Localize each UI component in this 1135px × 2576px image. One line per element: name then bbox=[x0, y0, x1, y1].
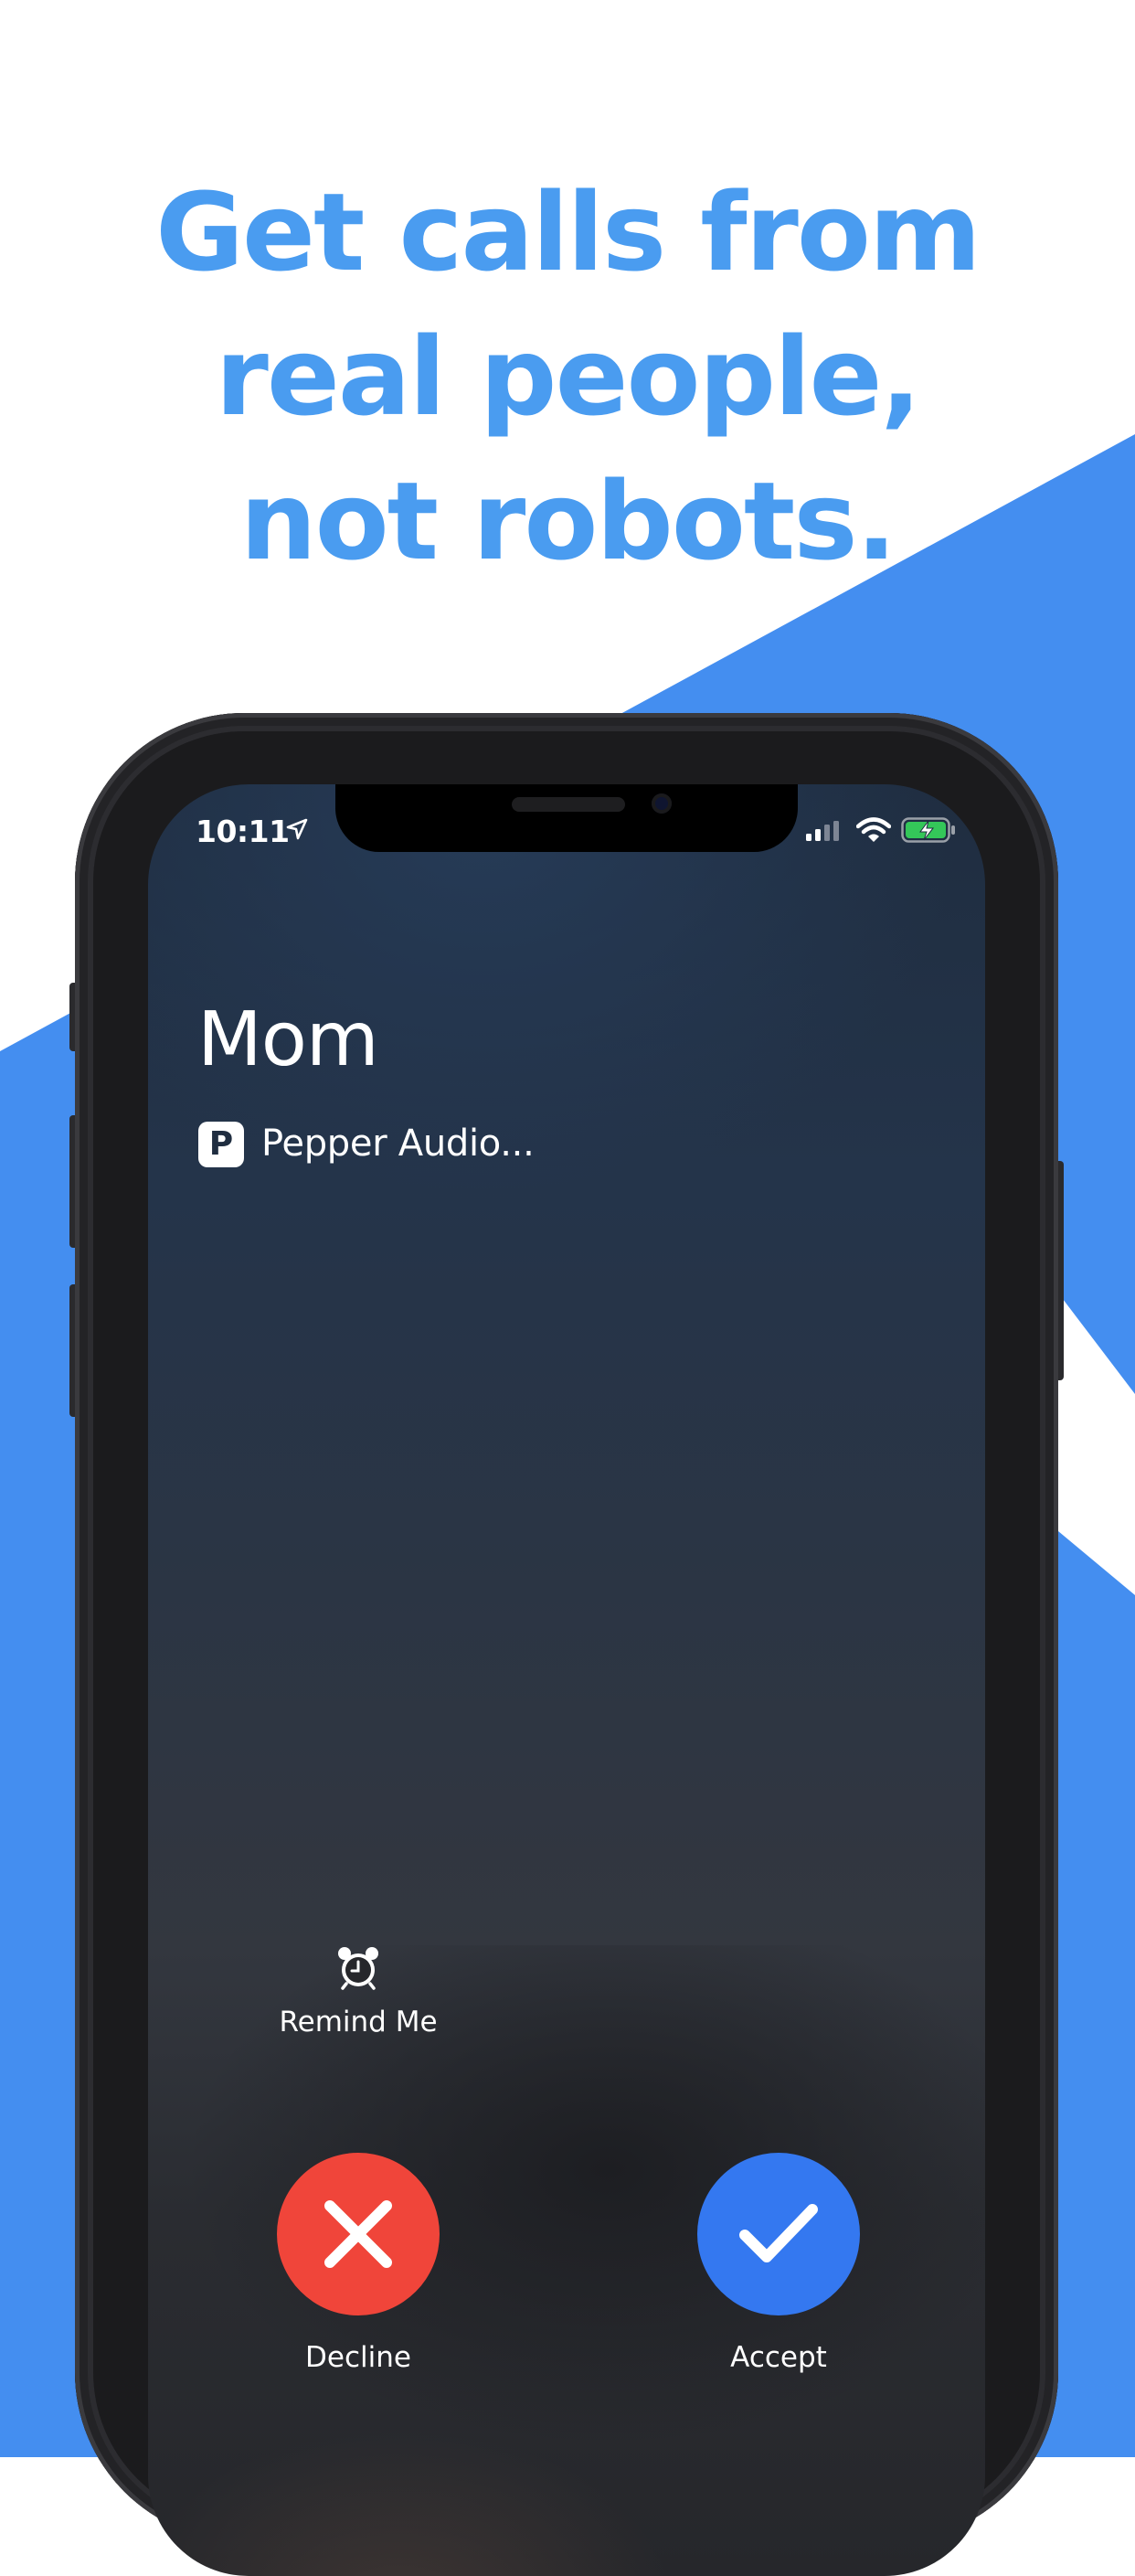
remind-me-button[interactable]: Remind Me bbox=[249, 1945, 468, 2055]
screen-glow bbox=[148, 2338, 985, 2576]
cellular-signal-icon bbox=[806, 821, 839, 841]
close-icon bbox=[324, 2200, 392, 2268]
checkmark-icon bbox=[739, 2204, 818, 2262]
app-label: Pepper Audio... bbox=[261, 1123, 535, 1165]
decline-button[interactable] bbox=[277, 2153, 440, 2315]
headline: Get calls from real people, not robots. bbox=[0, 160, 1135, 593]
phone-frame: 10:11 Mom P Pepper Audio... Remind Me De… bbox=[75, 713, 1058, 2576]
decline-label: Decline bbox=[305, 2341, 411, 2374]
alarm-clock-icon bbox=[338, 1947, 378, 1990]
headline-line-2: real people, bbox=[215, 314, 922, 440]
headline-line-1: Get calls from bbox=[155, 169, 981, 295]
notch bbox=[335, 784, 798, 852]
caller-name: Mom bbox=[197, 996, 379, 1083]
front-camera bbox=[652, 793, 672, 814]
accept-label: Accept bbox=[730, 2341, 827, 2374]
wifi-icon bbox=[856, 817, 891, 842]
earpiece-speaker bbox=[512, 797, 625, 812]
battery-charging-icon bbox=[901, 817, 955, 843]
incoming-call-screen: 10:11 Mom P Pepper Audio... Remind Me De… bbox=[148, 784, 985, 2576]
remind-me-label: Remind Me bbox=[279, 2006, 438, 2038]
headline-line-3: not robots. bbox=[239, 458, 897, 584]
location-arrow-icon bbox=[286, 818, 308, 840]
accept-button[interactable] bbox=[697, 2153, 860, 2315]
status-time: 10:11 bbox=[196, 814, 290, 849]
app-badge-icon: P bbox=[198, 1122, 244, 1167]
